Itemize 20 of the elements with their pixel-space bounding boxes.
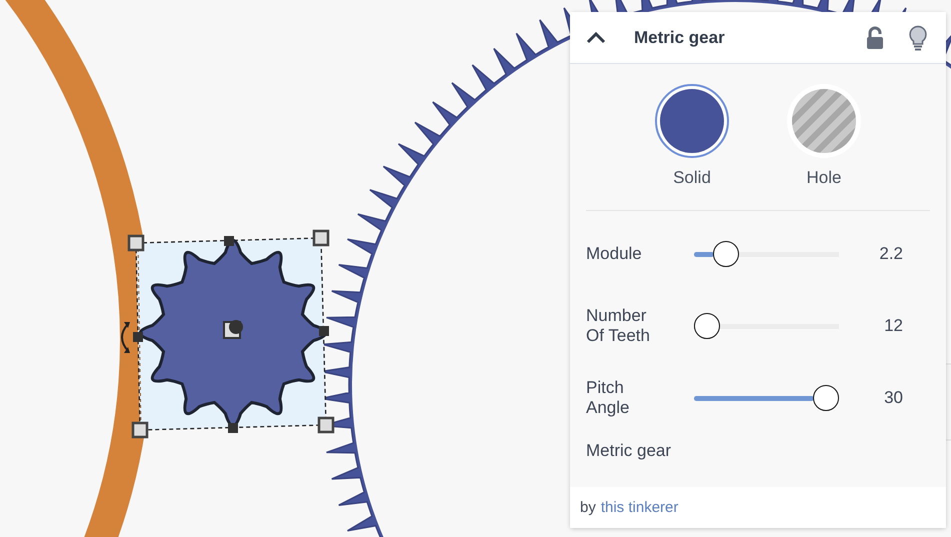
lock-icon[interactable]	[866, 26, 884, 50]
lightbulb-icon[interactable]	[908, 24, 928, 50]
parameter-label: Module	[586, 244, 643, 264]
parameter-value: 30	[883, 388, 903, 408]
panel-title: Metric gear	[634, 28, 726, 48]
parameter-value: 2.2	[878, 244, 903, 264]
parameter-label: Pitch Angle	[586, 378, 630, 418]
slider-thumb[interactable]	[713, 241, 740, 267]
slider-fill	[694, 252, 714, 256]
slider-thumb[interactable]	[813, 385, 839, 411]
author-prefix: by	[580, 499, 596, 516]
selected-gear-drawing[interactable]	[121, 230, 334, 438]
shape-description: Metric gear	[585, 440, 672, 462]
shape-type-label: Hole	[806, 168, 842, 188]
slider-thumb[interactable]	[694, 313, 720, 339]
shape-type-label: Solid	[673, 168, 711, 188]
parameter-value: 12	[883, 316, 903, 336]
parameter-label: Number Of Teeth	[586, 306, 651, 346]
author-link[interactable]: this tinkerer	[600, 499, 678, 516]
chevron-icon	[585, 30, 607, 44]
